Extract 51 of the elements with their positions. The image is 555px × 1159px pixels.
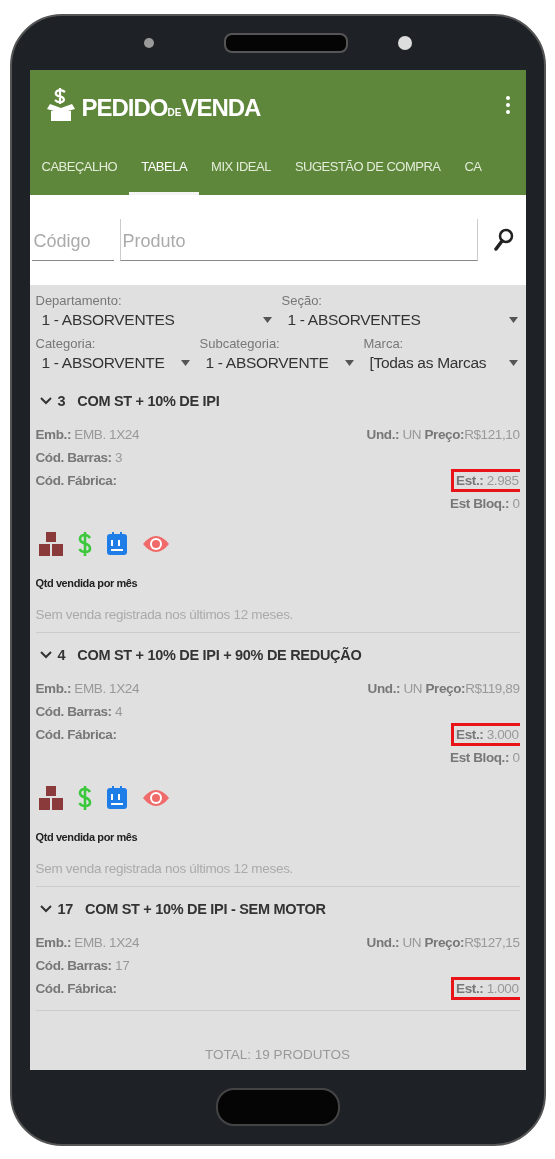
- filter-label: Seção:: [281, 293, 323, 308]
- filter-dropdown[interactable]: [Todas as Marcas: [363, 351, 520, 375]
- filter-dropdown[interactable]: 1 - ABSORVENTE: [199, 351, 356, 375]
- packaging-text: Emb.: EMB. 1X24: [35, 681, 140, 696]
- dropdown-arrow-icon[interactable]: [180, 360, 190, 366]
- tab[interactable]: MIX IDEAL: [199, 140, 283, 195]
- packaging-text: Emb.: EMB. 1X24: [35, 935, 140, 950]
- filter-dropdown[interactable]: 1 - ABSORVENTES: [35, 308, 274, 332]
- app-logo-text: PEDIDODEVENDA: [81, 94, 261, 122]
- factory-code-text: Cód. Fábrica:: [35, 473, 117, 488]
- filter-label: Marca:: [363, 336, 405, 351]
- boxes-icon[interactable]: [37, 531, 64, 557]
- barcode-text: Cód. Barras: 3: [35, 450, 123, 465]
- product-title[interactable]: 17 COM ST + 10% DE IPI - SEM MOTOR: [35, 901, 520, 917]
- filter-label: Subcategoria:: [199, 336, 281, 351]
- chevron-down-icon[interactable]: [39, 397, 52, 405]
- factory-code-text: Cód. Fábrica:: [35, 981, 117, 996]
- sales-section-title: Qtd vendida por mês: [35, 831, 139, 843]
- dropdown-arrow-icon[interactable]: [344, 360, 354, 366]
- dropdown-arrow-icon[interactable]: [508, 317, 518, 323]
- eye-icon[interactable]: [141, 788, 170, 808]
- camera-icon: [143, 38, 154, 48]
- product-title[interactable]: 3 COM ST + 10% DE IPI: [35, 393, 520, 409]
- filter-label: Categoria:: [35, 336, 97, 351]
- factory-code-text: Cód. Fábrica:: [35, 727, 117, 742]
- product-title[interactable]: 4 COM ST + 10% DE IPI + 90% DE REDUÇÃO: [35, 647, 520, 663]
- blocked-stock-text: Est Bloq.: 0: [450, 496, 520, 511]
- calendar-icon[interactable]: [105, 786, 128, 810]
- chevron-down-icon[interactable]: [39, 905, 52, 913]
- dropdown-arrow-icon[interactable]: [508, 360, 518, 366]
- barcode-text: Cód. Barras: 4: [35, 704, 123, 719]
- search-icon[interactable]: [493, 228, 514, 252]
- sales-section-title: Qtd vendida por mês: [35, 577, 139, 589]
- tab[interactable]: CA: [452, 140, 494, 195]
- barcode-text: Cód. Barras: 17: [35, 958, 130, 973]
- unit-price-text: Und.: UN Preço:R$121,10: [366, 427, 520, 442]
- filter-dropdown[interactable]: 1 - ABSORVENTE: [35, 351, 192, 375]
- dropdown-arrow-icon[interactable]: [262, 317, 272, 323]
- product-field[interactable]: Produto: [119, 219, 478, 261]
- unit-price-text: Und.: UN Preço:R$119,89: [367, 681, 520, 696]
- blocked-stock-text: Est Bloq.: 0: [450, 750, 520, 765]
- calendar-icon[interactable]: [105, 532, 128, 556]
- box-dollar-icon: [45, 88, 76, 122]
- filter-dropdown[interactable]: 1 - ABSORVENTES: [281, 308, 520, 332]
- unit-price-text: Und.: UN Preço:R$127,15: [366, 935, 520, 950]
- boxes-icon[interactable]: [37, 785, 64, 811]
- sensor-icon: [397, 36, 412, 50]
- filter-label: Departamento:: [35, 293, 123, 308]
- chevron-down-icon[interactable]: [39, 651, 52, 659]
- eye-icon[interactable]: [141, 534, 170, 554]
- packaging-text: Emb.: EMB. 1X24: [35, 427, 140, 442]
